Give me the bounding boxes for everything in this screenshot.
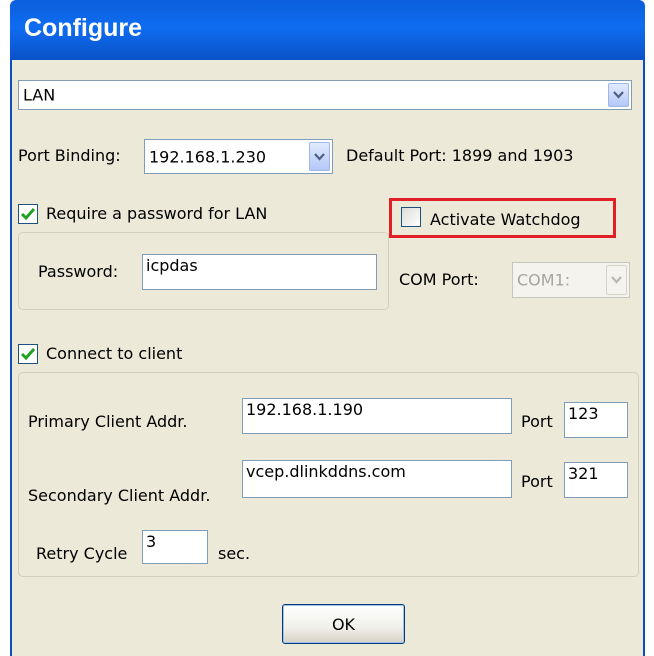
- port-binding-dropdown[interactable]: 192.168.1.230: [144, 139, 333, 174]
- check-icon: [20, 208, 36, 221]
- primary-port-label: Port: [521, 412, 553, 431]
- connect-to-client-label: Connect to client: [46, 344, 183, 363]
- port-binding-label: Port Binding:: [18, 146, 121, 165]
- secondary-client-label: Secondary Client Addr.: [28, 486, 211, 505]
- password-label: Password:: [38, 262, 119, 281]
- require-password-label: Require a password for LAN: [46, 204, 268, 223]
- retry-cycle-unit: sec.: [218, 544, 251, 563]
- chevron-down-icon[interactable]: [608, 83, 629, 107]
- primary-client-field[interactable]: 192.168.1.190: [242, 398, 512, 434]
- title-bar[interactable]: Configure: [10, 0, 645, 60]
- port-binding-value: 192.168.1.230: [149, 147, 267, 166]
- chevron-down-icon[interactable]: [309, 142, 330, 171]
- com-port-label: COM Port:: [399, 270, 479, 289]
- connection-type-dropdown[interactable]: LAN: [18, 80, 632, 110]
- ok-button-label: OK: [331, 614, 356, 634]
- retry-cycle-field[interactable]: 3: [142, 530, 208, 564]
- password-field[interactable]: icpdas: [142, 254, 377, 290]
- chevron-down-icon[interactable]: [606, 265, 627, 295]
- connect-to-client-checkbox[interactable]: [18, 344, 38, 364]
- retry-cycle-label: Retry Cycle: [36, 544, 128, 563]
- window-title: Configure: [24, 14, 143, 42]
- secondary-client-field[interactable]: vcep.dlinkddns.com: [242, 460, 512, 498]
- dialog-body: LAN Port Binding: 192.168.1.230 Default …: [10, 60, 645, 656]
- default-port-text: Default Port: 1899 and 1903: [346, 146, 574, 165]
- primary-client-label: Primary Client Addr.: [28, 412, 188, 431]
- com-port-dropdown[interactable]: COM1:: [512, 262, 630, 298]
- require-password-checkbox[interactable]: [18, 204, 38, 224]
- activate-watchdog-checkbox[interactable]: [401, 207, 421, 227]
- configure-dialog: Configure LAN Port Binding: 192.168.1.23…: [10, 0, 645, 656]
- connection-type-value: LAN: [23, 85, 56, 105]
- secondary-port-label: Port: [521, 472, 553, 491]
- com-port-value: COM1:: [517, 270, 571, 290]
- ok-button[interactable]: OK: [282, 604, 405, 644]
- primary-port-field[interactable]: 123: [564, 402, 628, 438]
- activate-watchdog-label: Activate Watchdog: [430, 210, 581, 229]
- check-icon: [20, 348, 36, 361]
- secondary-port-field[interactable]: 321: [564, 462, 628, 498]
